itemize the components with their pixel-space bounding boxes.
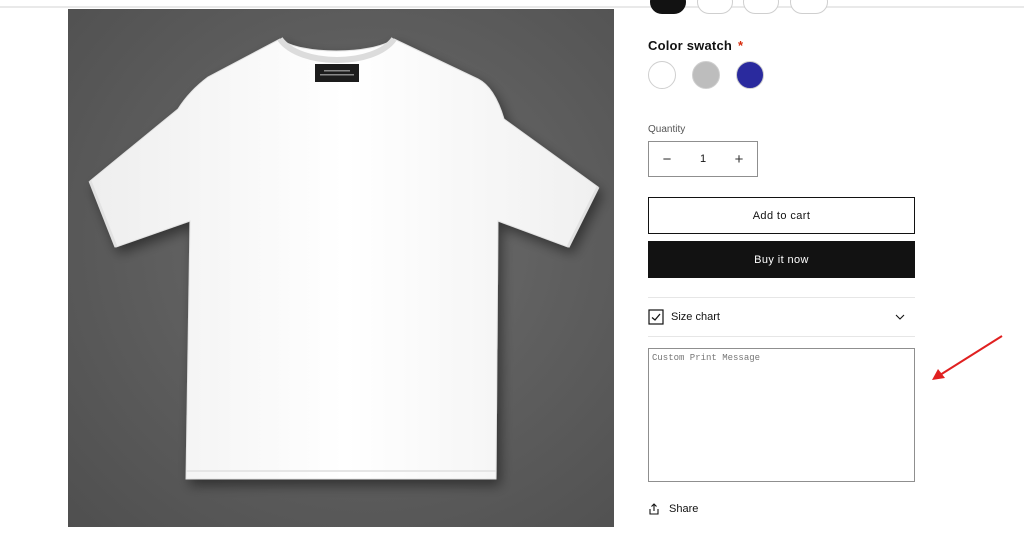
size-chart-label: Size chart — [671, 311, 720, 323]
size-chart-accordion[interactable]: Size chart — [648, 298, 915, 336]
size-option[interactable] — [790, 0, 828, 14]
product-image[interactable] — [68, 9, 614, 527]
chevron-down-icon — [895, 314, 905, 320]
size-option-selected[interactable] — [650, 0, 686, 14]
color-swatch-label: Color swatch * — [648, 38, 744, 53]
swatch-white[interactable] — [648, 61, 676, 89]
quantity-increase-button[interactable]: + — [721, 142, 757, 176]
divider — [648, 336, 915, 337]
share-label: Share — [669, 503, 699, 515]
quantity-decrease-button[interactable]: − — [649, 142, 685, 176]
swatch-grey[interactable] — [692, 61, 720, 89]
share-button[interactable]: Share — [648, 503, 698, 515]
buy-now-button[interactable]: Buy it now — [648, 241, 915, 278]
share-icon — [649, 503, 659, 515]
required-marker: * — [738, 38, 744, 53]
tshirt-image — [88, 37, 600, 480]
custom-print-message-field[interactable] — [648, 348, 915, 482]
size-option[interactable] — [743, 0, 779, 14]
quantity-label: Quantity — [648, 124, 686, 135]
add-to-cart-button[interactable]: Add to cart — [648, 197, 915, 234]
top-divider — [0, 6, 1024, 8]
quantity-input[interactable] — [685, 152, 721, 166]
quantity-stepper: − + — [648, 141, 758, 177]
swatch-blue[interactable] — [736, 61, 764, 89]
checkbox-icon — [648, 309, 664, 325]
size-option[interactable] — [697, 0, 733, 14]
annotation-arrow-icon — [932, 335, 1003, 380]
